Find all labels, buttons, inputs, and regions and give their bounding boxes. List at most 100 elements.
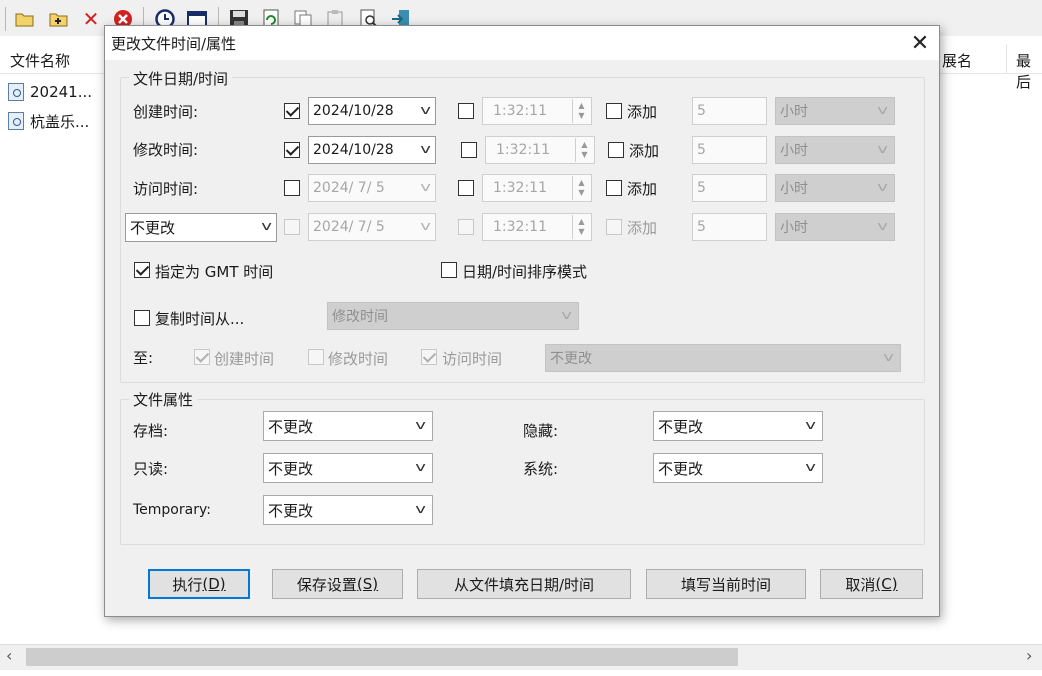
created-date-checkbox[interactable]: [284, 103, 300, 119]
readonly-select[interactable]: 不更改 v: [263, 453, 433, 483]
toolbar-separator: [5, 7, 6, 31]
extra-unit-value: 小时: [780, 220, 808, 236]
extra-add-checkbox[interactable]: [606, 219, 622, 235]
accessed-add-checkbox[interactable]: [606, 180, 622, 196]
accessed-add-amount[interactable]: 5: [692, 174, 767, 202]
chevron-down-icon: v: [561, 308, 572, 322]
copy-from-checkbox[interactable]: [134, 310, 150, 326]
save-settings-button[interactable]: 保存设置 (S): [272, 569, 403, 599]
to-created-checkbox[interactable]: [194, 349, 210, 365]
modified-add-amount[interactable]: 5: [692, 136, 767, 164]
file-row[interactable]: 杭盖乐...: [8, 108, 89, 134]
extra-time-spinner[interactable]: 1:32:11 ▲ ▼: [482, 213, 592, 241]
chevron-down-icon: v: [420, 180, 431, 194]
chevron-down-icon: v: [877, 103, 888, 117]
hidden-select[interactable]: 不更改 v: [653, 411, 823, 441]
extra-time-checkbox[interactable]: [458, 219, 474, 235]
accessed-date-checkbox[interactable]: [284, 180, 300, 196]
modified-date-picker[interactable]: 2024/10/28 v: [308, 136, 436, 164]
temporary-select[interactable]: 不更改 v: [263, 495, 433, 525]
spinner-arrows-icon[interactable]: ▲ ▼: [572, 215, 590, 239]
to-accessed-checkbox[interactable]: [421, 349, 437, 365]
hidden-value: 不更改: [658, 417, 704, 436]
sort-mode-label: 日期/时间排序模式: [462, 263, 588, 281]
chevron-down-icon: v: [877, 219, 888, 233]
extra-time-type-select[interactable]: 不更改 v: [125, 213, 277, 242]
chevron-down-icon: v: [415, 418, 426, 432]
to-value: 不更改: [550, 351, 592, 367]
chevron-down-icon: v: [420, 142, 431, 156]
file-row[interactable]: 20241...: [8, 79, 92, 105]
accessed-time-spinner[interactable]: 1:32:11 ▲ ▼: [482, 174, 592, 202]
created-time-checkbox[interactable]: [458, 103, 474, 119]
extra-date-checkbox[interactable]: [284, 219, 300, 235]
system-label: 系统:: [523, 460, 559, 478]
cancel-button-shortcut: (C): [875, 575, 898, 593]
spinner-arrows-icon[interactable]: ▲ ▼: [572, 176, 590, 200]
modified-unit-value: 小时: [780, 143, 808, 159]
column-header-extension[interactable]: 展名: [942, 50, 972, 71]
column-header-filename[interactable]: 文件名称: [10, 50, 70, 71]
cancel-button[interactable]: 取消 (C): [820, 569, 923, 599]
chevron-down-icon: v: [261, 219, 272, 233]
created-add-amount[interactable]: 5: [692, 97, 767, 125]
modified-date-value: 2024/10/28: [313, 142, 394, 158]
archive-select[interactable]: 不更改 v: [263, 411, 433, 441]
chevron-down-icon: v: [877, 180, 888, 194]
column-divider[interactable]: [1006, 44, 1007, 74]
created-add-label: 添加: [627, 103, 658, 121]
accessed-time-checkbox[interactable]: [458, 180, 474, 196]
close-icon[interactable]: ✕: [905, 28, 935, 58]
gmt-checkbox[interactable]: [134, 262, 150, 278]
archive-label: 存档:: [133, 422, 169, 440]
to-modified-label: 修改时间: [328, 350, 389, 368]
file-icon: [8, 112, 24, 130]
spinner-arrows-icon[interactable]: ▲ ▼: [575, 138, 593, 162]
extra-add-amount[interactable]: 5: [692, 213, 767, 241]
execute-button-label: 执行: [172, 575, 203, 594]
copy-from-select[interactable]: 修改时间 v: [327, 302, 579, 330]
created-date-picker[interactable]: 2024/10/28 v: [308, 97, 436, 125]
system-select[interactable]: 不更改 v: [653, 453, 823, 483]
scroll-right-arrow-icon[interactable]: ›: [1026, 646, 1032, 665]
to-modified-checkbox[interactable]: [308, 349, 324, 365]
modified-date-checkbox[interactable]: [284, 142, 300, 158]
fill-from-file-button[interactable]: 从文件填充日期/时间: [417, 569, 631, 599]
created-time-value: 1:32:11: [493, 103, 547, 119]
remove-icon[interactable]: ✕: [80, 8, 102, 30]
fill-current-time-button[interactable]: 填写当前时间: [646, 569, 806, 599]
to-select[interactable]: 不更改 v: [545, 344, 901, 372]
open-folder-icon[interactable]: [14, 8, 36, 30]
accessed-time-label: 访问时间:: [133, 180, 199, 198]
created-add-checkbox[interactable]: [606, 103, 622, 119]
accessed-date-picker[interactable]: 2024/ 7/ 5 v: [308, 174, 436, 202]
created-time-spinner[interactable]: 1:32:11 ▲ ▼: [482, 97, 592, 125]
file-icon: [8, 83, 24, 101]
extra-add-label: 添加: [627, 219, 658, 237]
execute-button[interactable]: 执行 (D): [148, 569, 250, 599]
modified-add-checkbox[interactable]: [608, 142, 624, 158]
extra-date-picker[interactable]: 2024/ 7/ 5 v: [308, 213, 436, 241]
column-header-last[interactable]: 最后: [1016, 50, 1042, 92]
modified-time-checkbox[interactable]: [461, 142, 477, 158]
extra-add-amount-value: 5: [697, 219, 706, 235]
chevron-down-icon: v: [415, 502, 426, 516]
created-add-amount-value: 5: [697, 103, 706, 119]
modified-time-spinner[interactable]: 1:32:11 ▲ ▼: [485, 136, 595, 164]
sort-mode-checkbox[interactable]: [441, 262, 457, 278]
save-settings-button-shortcut: (S): [356, 575, 379, 593]
spinner-arrows-icon[interactable]: ▲ ▼: [572, 99, 590, 123]
modified-unit-select[interactable]: 小时 v: [775, 136, 895, 164]
add-folder-icon[interactable]: [48, 8, 70, 30]
change-time-attributes-dialog: 更改文件时间/属性 ✕ 文件日期/时间 创建时间: 2024/10/28 v 1:…: [104, 25, 940, 617]
created-unit-select[interactable]: 小时 v: [775, 97, 895, 125]
dialog-titlebar[interactable]: 更改文件时间/属性 ✕: [105, 26, 939, 60]
chevron-down-icon: v: [415, 460, 426, 474]
scrollbar-thumb[interactable]: [26, 648, 738, 666]
scroll-left-arrow-icon[interactable]: ‹: [6, 646, 12, 665]
accessed-unit-select[interactable]: 小时 v: [775, 174, 895, 202]
cancel-button-label: 取消: [845, 575, 876, 594]
extra-unit-select[interactable]: 小时 v: [775, 213, 895, 241]
temporary-value: 不更改: [268, 501, 314, 520]
file-name: 20241...: [30, 83, 93, 101]
